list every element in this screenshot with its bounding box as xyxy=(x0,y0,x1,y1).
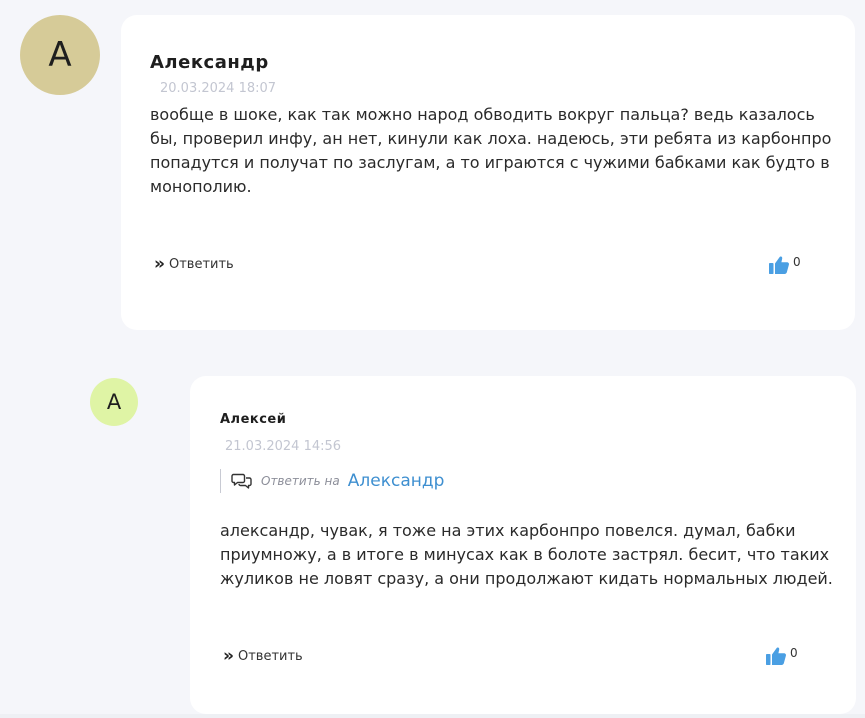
like-count: 0 xyxy=(793,255,801,269)
page-bottom-edge xyxy=(0,714,865,718)
thumbs-up-icon xyxy=(766,647,786,665)
comment-card: Александр 20.03.2024 18:07 вообще в шоке… xyxy=(121,15,855,330)
reply-button-label: Ответить xyxy=(168,257,234,272)
reply-to-author-link[interactable]: Александр xyxy=(348,471,445,491)
reply-button[interactable]: » Ответить xyxy=(223,648,303,665)
comment-author: Александр xyxy=(150,52,269,73)
like-button[interactable]: 0 xyxy=(765,646,798,666)
reply-button[interactable]: » Ответить xyxy=(154,256,234,273)
chat-bubbles-icon xyxy=(231,473,252,489)
reply-button-label: Ответить xyxy=(237,649,303,664)
comment-date: 20.03.2024 18:07 xyxy=(160,81,277,96)
double-chevron-right-icon: » xyxy=(223,646,234,666)
avatar: A xyxy=(90,378,138,426)
like-count: 0 xyxy=(790,646,798,660)
avatar: A xyxy=(20,15,100,95)
like-button[interactable]: 0 xyxy=(768,255,801,275)
double-chevron-right-icon: » xyxy=(154,254,165,274)
comment-date: 21.03.2024 14:56 xyxy=(225,439,342,454)
reply-comment-card: Алексей 21.03.2024 14:56 Ответить на Але… xyxy=(190,376,856,714)
comment-author: Алексей xyxy=(220,412,287,427)
reply-to-reference: Ответить на Александр xyxy=(220,469,444,493)
thumbs-up-icon xyxy=(769,256,789,274)
comment-text: вообще в шоке, как так можно народ обвод… xyxy=(150,105,832,196)
comment-text: александр, чувак, я тоже на этих карбонп… xyxy=(220,521,833,588)
reply-to-label: Ответить на xyxy=(261,474,340,488)
